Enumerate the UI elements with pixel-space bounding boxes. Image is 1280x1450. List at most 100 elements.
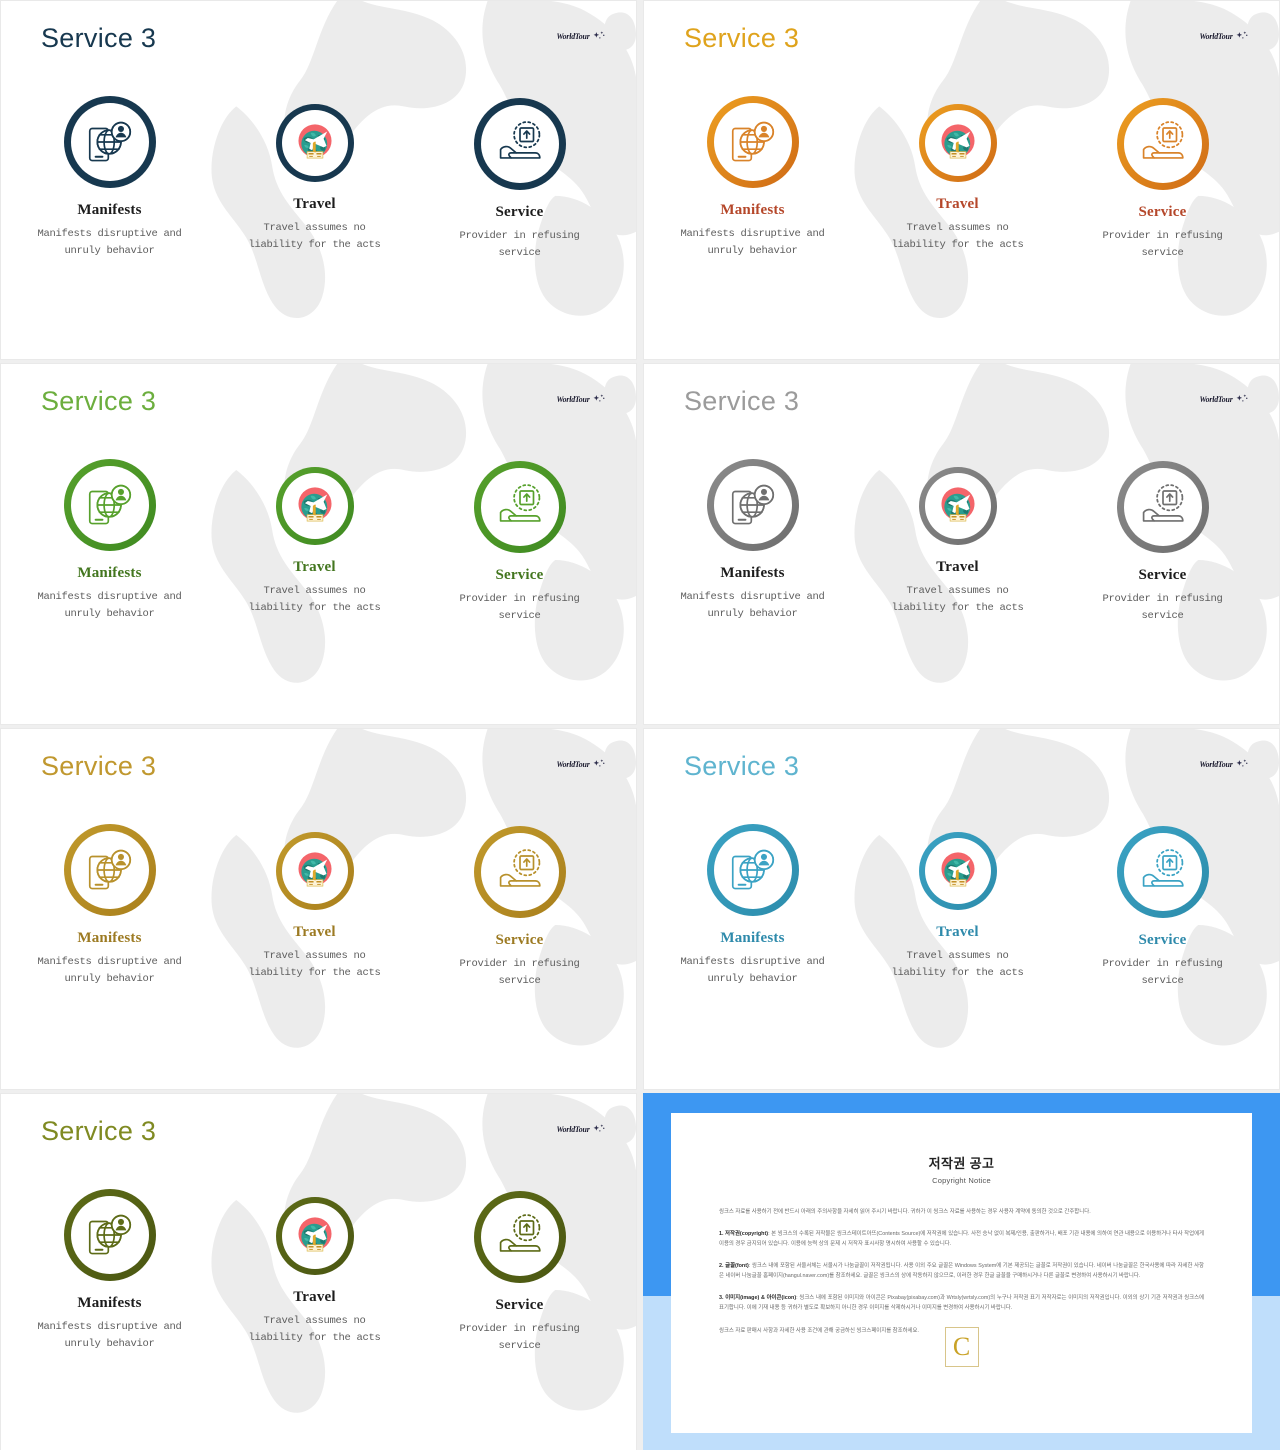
icon-ring [275, 832, 354, 910]
service-item-heading: Travel [293, 196, 336, 212]
copyright-watermark: C [944, 1327, 979, 1367]
hand-upload-box-icon [1123, 833, 1202, 911]
service-item-heading: Manifests [77, 202, 142, 218]
icon-ring [473, 1191, 566, 1283]
service-item-travel[interactable]: Travel Travel assumes no liability for th… [855, 832, 1060, 990]
hand-upload-box-icon [480, 833, 559, 911]
copyright-section-label: 1. 저작권(copyright) [719, 1230, 769, 1237]
hand-upload-box-icon [1123, 105, 1202, 183]
service-item-service[interactable]: Service Provider in refusing service [417, 98, 622, 262]
service-item-service[interactable]: Service Provider in refusing service [417, 1191, 622, 1355]
service-item-description: Manifests disruptive and unruly behavior [37, 956, 182, 985]
copyright-section-label: 2. 글꼴(font) [719, 1262, 749, 1269]
service-item-heading: Service [495, 567, 544, 583]
service-item-heading: Service [1138, 932, 1187, 948]
slide-slide-olive[interactable]: Service 3 WorldTour Manifests Manifests di… [0, 1093, 637, 1450]
sparkle-icon [592, 394, 606, 406]
sparkle-icon [592, 1124, 606, 1136]
slide-title: Service 3 [684, 23, 800, 53]
sparkle-icon [592, 759, 606, 771]
icon-ring [706, 96, 799, 188]
service-item-manifests[interactable]: Manifests Manifests disruptive and unruly… [7, 459, 212, 625]
service-item-description: Travel assumes no liability for the acts [891, 222, 1024, 251]
slide-slide-orange[interactable]: Service 3 WorldTour Manifests Manifests di… [643, 0, 1280, 360]
service-item-manifests[interactable]: Manifests Manifests disruptive and unruly… [7, 1189, 212, 1355]
copyright-section-2: 2. 글꼴(font): 씽크스 내에 포함된 서울서체는 서울시가 나눔글꼴이… [719, 1261, 1204, 1282]
icon-ring [918, 104, 997, 182]
hand-upload-box-icon [480, 468, 559, 546]
slide-slide-gold[interactable]: Service 3 WorldTour Manifests Manifests di… [0, 728, 637, 1090]
globe-airplane-ticket-icon [924, 473, 991, 539]
service-item-travel[interactable]: Travel Travel assumes no liability for th… [212, 467, 417, 625]
service-item-heading: Service [495, 204, 544, 220]
service-item-description: Manifests disruptive and unruly behavior [680, 956, 825, 985]
service-item-heading: Manifests [77, 930, 142, 946]
icon-ring [706, 459, 799, 551]
service-item-row: Manifests Manifests disruptive and unruly… [1, 459, 636, 625]
copyright-section-text: : 씽크스 내에 포함된 서울서체는 서울시가 나눔글꼴이 저작권됩니다. 사용… [719, 1262, 1205, 1280]
icon-ring [63, 459, 156, 551]
icon-ring [473, 98, 566, 190]
slide-slide-gray[interactable]: Service 3 WorldTour Manifests Manifests di… [643, 363, 1280, 725]
slide-slide-teal[interactable]: Service 3 WorldTour Manifests Manifests di… [643, 728, 1280, 1090]
mobile-globe-user-icon [70, 466, 149, 544]
service-item-manifests[interactable]: Manifests Manifests disruptive and unruly… [7, 824, 212, 990]
service-item-description: Manifests disruptive and unruly behavior [37, 228, 182, 257]
sparkle-icon [1235, 394, 1249, 406]
logo-text: WorldTour [1199, 394, 1233, 404]
icon-ring [473, 461, 566, 553]
sparkle-icon [1235, 759, 1249, 771]
mobile-globe-user-icon [713, 103, 792, 181]
hand-upload-box-icon [480, 105, 559, 183]
service-item-heading: Travel [293, 1289, 336, 1305]
service-item-service[interactable]: Service Provider in refusing service [1060, 98, 1265, 262]
service-item-service[interactable]: Service Provider in refusing service [417, 826, 622, 990]
icon-ring [275, 467, 354, 545]
service-item-travel[interactable]: Travel Travel assumes no liability for th… [855, 104, 1060, 262]
service-item-description: Travel assumes no liability for the acts [248, 1315, 381, 1344]
logo-text: WorldTour [1199, 759, 1233, 769]
copyright-section-label: 3. 이미지(image) & 아이콘(icon) [719, 1294, 797, 1301]
worldtour-logo: WorldTour [1198, 394, 1249, 406]
service-item-description: Provider in refusing service [459, 230, 580, 259]
copyright-paper: 저작권 공고 Copyright Notice 씽크스 자료를 사용하기 전에 반드… [671, 1113, 1252, 1433]
service-item-service[interactable]: Service Provider in refusing service [417, 461, 622, 625]
service-item-description: Provider in refusing service [459, 1323, 580, 1352]
slide-title: Service 3 [41, 751, 157, 781]
service-item-travel[interactable]: Travel Travel assumes no liability for th… [212, 1197, 417, 1355]
service-item-travel[interactable]: Travel Travel assumes no liability for th… [855, 467, 1060, 625]
service-item-manifests[interactable]: Manifests Manifests disruptive and unruly… [650, 96, 855, 262]
icon-ring [1116, 826, 1209, 918]
slide-slide-green[interactable]: Service 3 WorldTour Manifests Manifests di… [0, 363, 637, 725]
copyright-body: 씽크스 자료를 사용하기 전에 반드시 아래의 주의사항을 자세히 읽어 주시기… [719, 1207, 1204, 1367]
copyright-section-text: : 본 씽크스의 수록된 저작물은 씽크스테이트아뜨(Contents Sour… [719, 1230, 1204, 1248]
service-item-manifests[interactable]: Manifests Manifests disruptive and unruly… [650, 824, 855, 990]
slide-title: Service 3 [684, 751, 800, 781]
copyright-section-3: 3. 이미지(image) & 아이콘(icon): 씽크스 내에 포함된 이미… [719, 1293, 1204, 1314]
slide-thumbnail-grid: Service 3 WorldTour Manifests Manifests di… [0, 0, 1280, 1450]
worldtour-logo: WorldTour [555, 394, 606, 406]
service-item-manifests[interactable]: Manifests Manifests disruptive and unruly… [650, 459, 855, 625]
icon-ring [1116, 461, 1209, 553]
service-item-heading: Manifests [720, 202, 785, 218]
service-item-heading: Service [1138, 567, 1187, 583]
service-item-description: Travel assumes no liability for the acts [248, 950, 381, 979]
slide-title: Service 3 [41, 1116, 157, 1146]
service-item-description: Manifests disruptive and unruly behavior [37, 1321, 182, 1350]
service-item-heading: Travel [936, 924, 979, 940]
service-item-manifests[interactable]: Manifests Manifests disruptive and unruly… [7, 96, 212, 262]
slide-copyright-notice[interactable]: 저작권 공고 Copyright Notice 씽크스 자료를 사용하기 전에 반드… [643, 1093, 1280, 1450]
slide-slide-navy[interactable]: Service 3 WorldTour Manifests Manifests di… [0, 0, 637, 360]
icon-ring [918, 467, 997, 545]
service-item-service[interactable]: Service Provider in refusing service [1060, 826, 1265, 990]
logo-text: WorldTour [556, 1124, 590, 1134]
service-item-travel[interactable]: Travel Travel assumes no liability for th… [212, 832, 417, 990]
hand-upload-box-icon [1123, 468, 1202, 546]
globe-airplane-ticket-icon [924, 110, 991, 176]
service-item-heading: Travel [293, 924, 336, 940]
slide-title: Service 3 [684, 386, 800, 416]
copyright-intro-paragraph: 씽크스 자료를 사용하기 전에 반드시 아래의 주의사항을 자세히 읽어 주시기… [719, 1209, 1091, 1215]
service-item-travel[interactable]: Travel Travel assumes no liability for th… [212, 104, 417, 262]
service-item-service[interactable]: Service Provider in refusing service [1060, 461, 1265, 625]
service-item-description: Travel assumes no liability for the acts [248, 222, 381, 251]
